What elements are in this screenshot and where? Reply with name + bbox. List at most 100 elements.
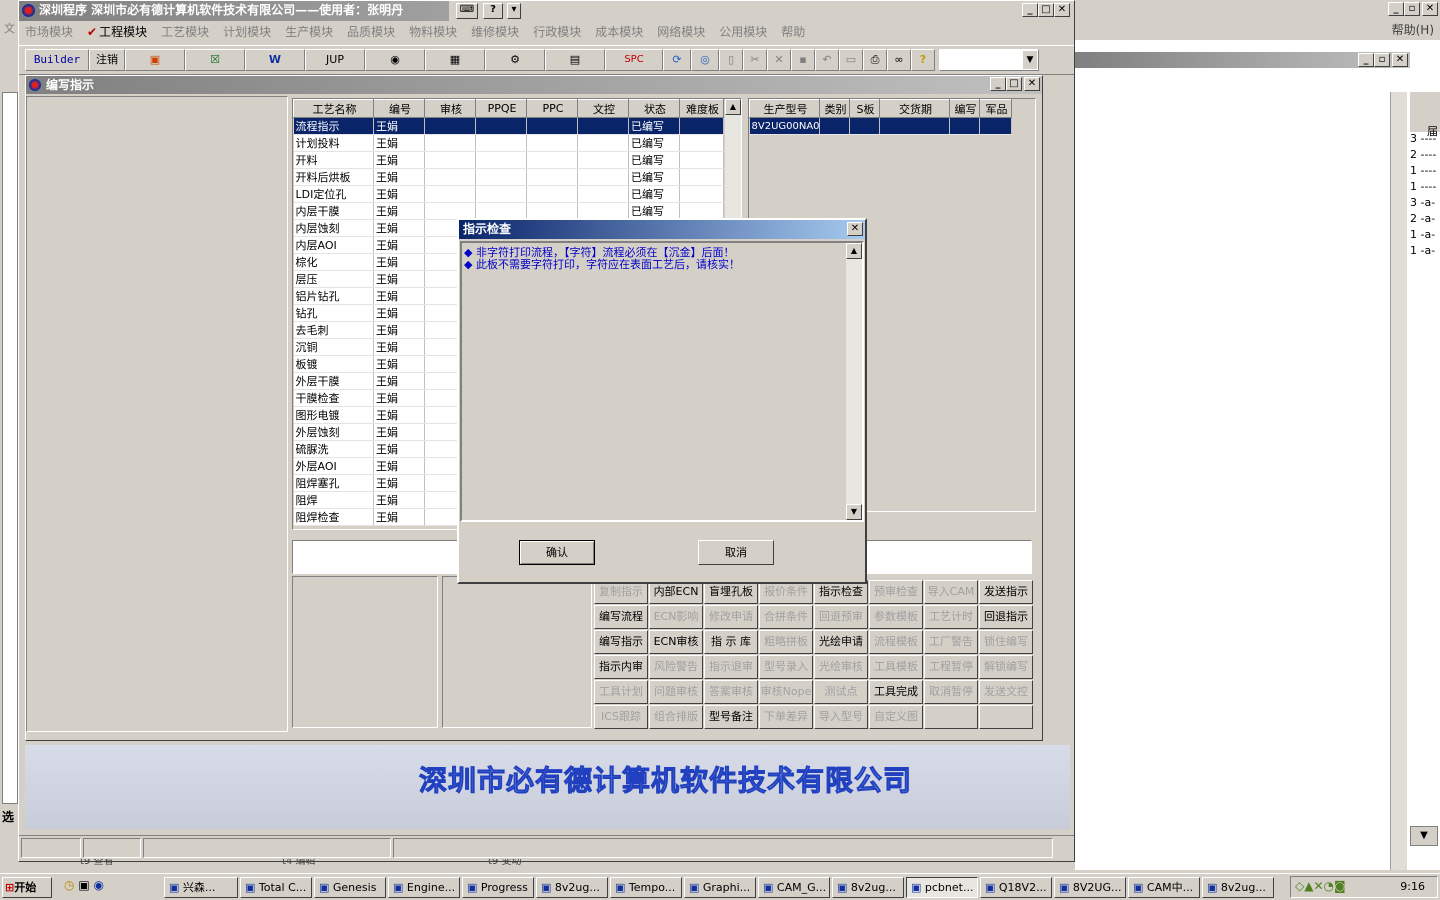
table-cell[interactable] [475,151,527,169]
menu-item[interactable]: 工艺模块 [161,25,209,39]
action-button[interactable]: 工艺计时 [924,605,978,629]
table-cell[interactable]: 王娟 [373,457,425,475]
action-button[interactable]: 问题审核 [649,680,703,704]
ok-button[interactable]: 确认 [519,540,595,565]
table-cell[interactable]: 王娟 [373,304,425,322]
bg-restore-button[interactable]: ▫ [1404,2,1420,16]
table-cell[interactable]: 已编写 [628,151,680,169]
action-button[interactable]: 编写指示 [594,630,648,654]
table-cell[interactable]: 外层蚀刻 [293,423,374,441]
table-cell[interactable] [679,185,724,203]
table-cell[interactable]: 已编写 [628,168,680,186]
spc-button[interactable]: SPC [605,49,663,71]
scroll-down-icon[interactable]: ▼ [846,504,862,520]
table-cell[interactable]: 王娟 [373,253,425,271]
lower-panel-left[interactable] [292,576,438,728]
column-header[interactable]: 交货期 [879,99,950,118]
table-cell[interactable] [819,117,850,135]
column-header[interactable]: PPQE [475,99,527,118]
taskbar-item[interactable]: ▣ 兴森... [164,877,238,898]
table-cell[interactable] [424,134,476,152]
menu-item[interactable]: 成本模块 [595,25,643,39]
clock-icon[interactable]: ◷ [64,878,74,892]
table-cell[interactable] [526,168,578,186]
left-tree-panel[interactable] [26,96,288,732]
action-button[interactable]: 合拼条件 [759,605,813,629]
table-cell[interactable]: 王娟 [373,117,425,135]
minimize-button[interactable]: _ [1022,3,1038,17]
table-cell[interactable]: 内层AOI [293,236,374,254]
undo-icon[interactable]: ↶ [815,49,839,71]
table-row[interactable]: LDI定位孔 王娟 已编写 [293,185,724,203]
action-button[interactable] [924,705,978,729]
table-cell[interactable]: 王娟 [373,355,425,373]
cancel-button[interactable]: 取消 [698,540,774,565]
action-button[interactable]: 型号备注 [704,705,758,729]
table-cell[interactable] [424,185,476,203]
table-cell[interactable]: 王娟 [373,236,425,254]
table-cell[interactable] [879,117,950,135]
table-cell[interactable]: 钻孔 [293,304,374,322]
message-scrollbar[interactable]: ▲ ▼ [846,243,862,520]
keyboard-icon[interactable]: ⌨ [456,3,478,19]
column-header[interactable]: 文控 [577,99,629,118]
bg-scroll-right[interactable]: ▼ [1410,826,1438,846]
action-button[interactable] [979,705,1033,729]
table-cell[interactable] [424,202,476,220]
menu-item[interactable]: 品质模块 [347,25,395,39]
table-cell[interactable]: 流程指示 [293,117,374,135]
database-icon[interactable]: ▦ [425,49,485,71]
table-cell[interactable]: 王娟 [373,406,425,424]
table-cell[interactable]: 阻焊 [293,491,374,509]
print-icon[interactable]: ⎙ [863,49,887,71]
table-cell[interactable]: 铝片钻孔 [293,287,374,305]
taskbar-item[interactable]: ▣ Engine... [388,877,460,898]
action-button[interactable]: 测试点 [814,680,868,704]
menu-item[interactable]: 市场模块 [25,25,73,39]
scroll-up-icon[interactable]: ▲ [846,243,862,259]
taskbar-item[interactable]: ▣ CAM_G... [758,877,830,898]
dropdown-icon[interactable]: ▾ [507,3,521,19]
table-cell[interactable] [526,202,578,220]
action-button[interactable]: 发送指示 [979,580,1033,604]
table-cell[interactable] [577,202,629,220]
preview-icon[interactable]: ▭ [839,49,863,71]
action-button[interactable]: 编写流程 [594,605,648,629]
bg-child-min-button[interactable]: _ [1358,53,1374,67]
table-cell[interactable] [526,117,578,135]
action-button[interactable]: 修改申请 [704,605,758,629]
action-button[interactable]: 预审检查 [869,580,923,604]
delete-icon[interactable]: ✕ [767,49,791,71]
table-cell[interactable] [679,134,724,152]
help-icon[interactable]: ? [483,3,503,19]
taskbar-item[interactable]: ▣ 8v2ug... [832,877,904,898]
table-cell[interactable]: 王娟 [373,270,425,288]
table-cell[interactable] [577,168,629,186]
table-cell[interactable]: 王娟 [373,389,425,407]
bg-scrollbar[interactable] [1390,92,1407,870]
table-cell[interactable] [577,134,629,152]
new-icon[interactable]: ▯ [719,49,743,71]
action-button[interactable]: 指示退审 [704,655,758,679]
table-cell[interactable]: 外层干膜 [293,372,374,390]
bg-child-close-button[interactable]: ✕ [1392,53,1408,67]
taskbar-item[interactable]: ▣ Graphi... [684,877,756,898]
table-cell[interactable]: 已编写 [628,117,680,135]
column-header[interactable]: 工艺名称 [293,99,374,118]
table-cell[interactable] [475,117,527,135]
dialog-close-button[interactable]: ✕ [847,222,863,236]
table-cell[interactable]: 阻焊检查 [293,508,374,526]
table-cell[interactable] [679,117,724,135]
table-cell[interactable]: 王娟 [373,151,425,169]
action-button[interactable]: 光绘审核 [814,655,868,679]
taskbar-item[interactable]: ▣ Genesis [314,877,386,898]
jup-button[interactable]: JUP [305,49,365,71]
menu-item[interactable]: 公用模块 [719,25,767,39]
excel-icon[interactable]: ☒ [185,49,245,71]
table-cell[interactable]: 去毛刺 [293,321,374,339]
action-button[interactable]: 导入CAM [924,580,978,604]
table-cell[interactable]: 硫脲洗 [293,440,374,458]
globe-icon[interactable]: ◎ [691,49,719,71]
eye-icon[interactable]: ◉ [365,49,425,71]
table-row[interactable]: 内层干膜 王娟 已编写 [293,202,724,220]
